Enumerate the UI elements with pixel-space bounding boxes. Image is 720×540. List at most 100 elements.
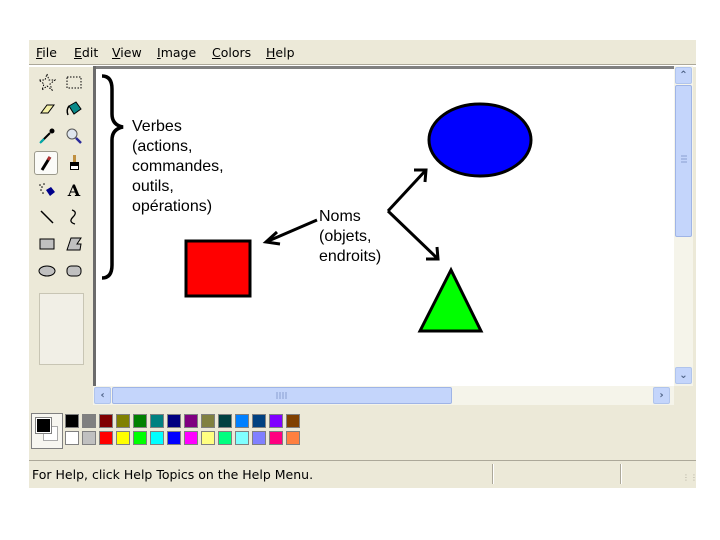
tool-ellipse[interactable] [35,259,59,283]
status-pane-coords [493,464,494,484]
color-swatch[interactable] [286,414,300,428]
color-swatch[interactable] [116,431,130,445]
tool-pick-color[interactable] [35,124,59,148]
eraser-icon [40,104,55,114]
tool-select[interactable] [62,70,86,94]
vertical-scrollbar[interactable]: ⌃ ⌄ [674,66,693,386]
chevron-down-icon: ⌄ [679,370,688,381]
tool-fill-with-color[interactable] [62,97,86,121]
paint-window: File Edit View Image Colors Help A Verbe… [29,40,698,488]
color-swatch[interactable] [218,414,232,428]
tool-airbrush[interactable] [35,178,59,202]
status-bar: For Help, click Help Topics on the Help … [29,460,698,488]
canvas-area: Verbes (actions, commandes, outils, opér… [93,66,678,386]
color-swatch[interactable] [167,414,181,428]
color-swatch[interactable] [235,414,249,428]
tool-polygon[interactable] [62,232,86,256]
vertical-scroll-thumb[interactable] [675,85,692,237]
tool-options-box[interactable] [39,293,84,365]
grip-lines-icon [276,392,287,399]
line-icon [40,210,54,224]
tool-line[interactable] [35,205,59,229]
color-swatch[interactable] [82,414,96,428]
horizontal-scrollbar[interactable]: ‹ › [93,386,674,405]
paint-bucket-icon [66,101,82,116]
menu-colors[interactable]: Colors [212,45,251,60]
verbs-label: Verbes (actions, commandes, outils, opér… [132,118,224,215]
polygon-icon [66,237,82,251]
toolbox: A [31,68,91,408]
menu-file[interactable]: File [36,45,57,60]
tool-brush[interactable] [62,151,86,175]
color-swatch[interactable] [167,431,181,445]
color-swatch[interactable] [218,431,232,445]
foreground-color[interactable] [35,417,52,434]
ellipse-icon [38,265,56,277]
color-swatch[interactable] [201,414,215,428]
horizontal-scroll-thumb[interactable] [112,387,452,404]
color-swatch[interactable] [201,431,215,445]
rounded-rect-icon [66,265,82,277]
drawing-canvas[interactable]: Verbes (actions, commandes, outils, opér… [96,69,678,386]
tool-curve[interactable] [62,205,86,229]
color-swatch[interactable] [235,431,249,445]
arrow-to-ellipse [386,168,428,213]
color-swatch[interactable] [184,431,198,445]
nouns-label: Noms (objets, endroits) [319,208,382,265]
tool-magnifier[interactable] [62,124,86,148]
arrow-to-triangle [386,209,440,261]
eyedropper-icon [39,128,55,144]
menu-help[interactable]: Help [266,45,295,60]
chevron-left-icon: ‹ [100,390,105,401]
color-swatch[interactable] [65,431,79,445]
color-swatch[interactable] [252,431,266,445]
grip-lines-icon [681,155,687,163]
airbrush-icon [39,183,55,196]
color-swatch[interactable] [269,431,283,445]
current-colors [31,413,63,449]
scroll-corner [674,386,693,405]
color-swatch[interactable] [99,431,113,445]
color-swatch[interactable] [269,414,283,428]
curly-brace [101,74,124,280]
curve-icon [70,209,76,225]
color-swatch[interactable] [184,414,198,428]
text-icon: A [67,180,81,200]
color-swatch[interactable] [286,431,300,445]
tool-text[interactable]: A [62,178,86,202]
menu-edit[interactable]: Edit [74,45,98,60]
tool-free-form-select[interactable] [35,70,59,94]
color-swatch[interactable] [252,414,266,428]
menu-image[interactable]: Image [157,45,196,60]
rectangle-icon [39,238,55,250]
rect-dotted-icon [66,76,82,89]
color-swatch[interactable] [133,414,147,428]
color-swatch[interactable] [150,414,164,428]
color-swatch[interactable] [150,431,164,445]
menu-bar: File Edit View Image Colors Help [29,40,696,64]
color-swatch[interactable] [65,414,79,428]
color-swatch[interactable] [99,414,113,428]
color-swatch[interactable] [133,431,147,445]
tool-rounded-rectangle[interactable] [62,259,86,283]
scroll-right-button[interactable]: › [653,387,670,404]
status-text: For Help, click Help Topics on the Help … [32,467,314,482]
tool-eraser[interactable] [35,97,59,121]
brush-icon [70,155,79,170]
tool-rectangle[interactable] [35,232,59,256]
resize-grip-icon[interactable]: ⋮⋮ [682,474,698,485]
scroll-left-button[interactable]: ‹ [94,387,111,404]
tool-pencil[interactable] [34,151,58,175]
pencil-icon [40,156,52,171]
color-palette [29,410,696,456]
scroll-up-button[interactable]: ⌃ [675,67,692,84]
menu-view[interactable]: View [112,45,142,60]
color-swatch[interactable] [82,431,96,445]
scroll-down-button[interactable]: ⌄ [675,367,692,384]
status-pane-size [621,464,622,484]
chevron-right-icon: › [659,390,664,401]
star-dotted-icon [38,73,56,91]
blue-ellipse [427,102,533,178]
red-rectangle [184,239,252,298]
color-swatch[interactable] [116,414,130,428]
